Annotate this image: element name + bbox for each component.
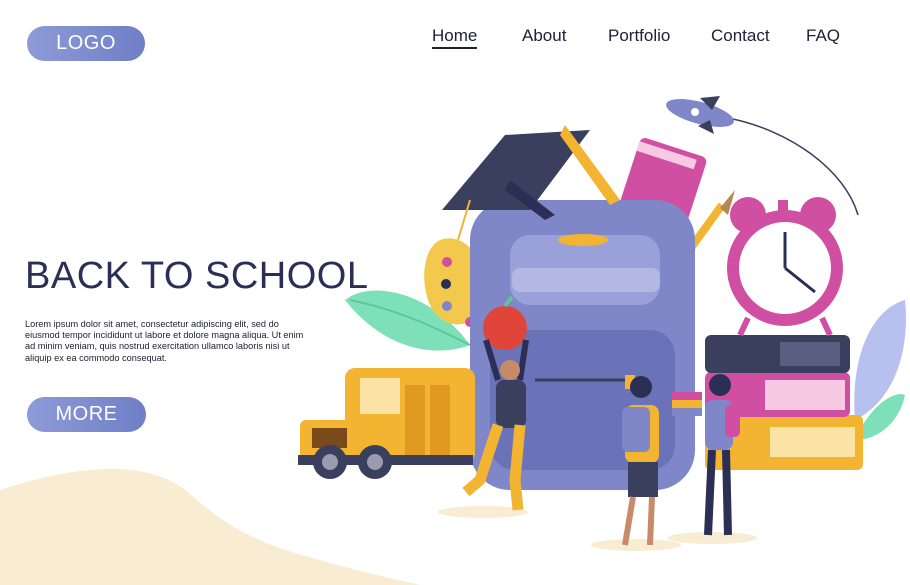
nav-contact[interactable]: Contact: [711, 26, 770, 46]
hero-description: Lorem ipsum dolor sit amet, consectetur …: [25, 319, 304, 363]
back-to-school-illustration: [298, 96, 906, 551]
nav-portfolio[interactable]: Portfolio: [608, 26, 670, 46]
nav-home[interactable]: Home: [432, 26, 478, 49]
ruler-icon: [560, 125, 620, 205]
more-button[interactable]: MORE: [27, 397, 146, 432]
main-nav: Home About Portfolio Contact FAQ: [0, 26, 910, 50]
nav-faq[interactable]: FAQ: [806, 26, 840, 46]
nav-about[interactable]: About: [522, 26, 566, 46]
school-bus-icon: [298, 368, 475, 479]
alarm-clock-icon: [727, 197, 843, 337]
